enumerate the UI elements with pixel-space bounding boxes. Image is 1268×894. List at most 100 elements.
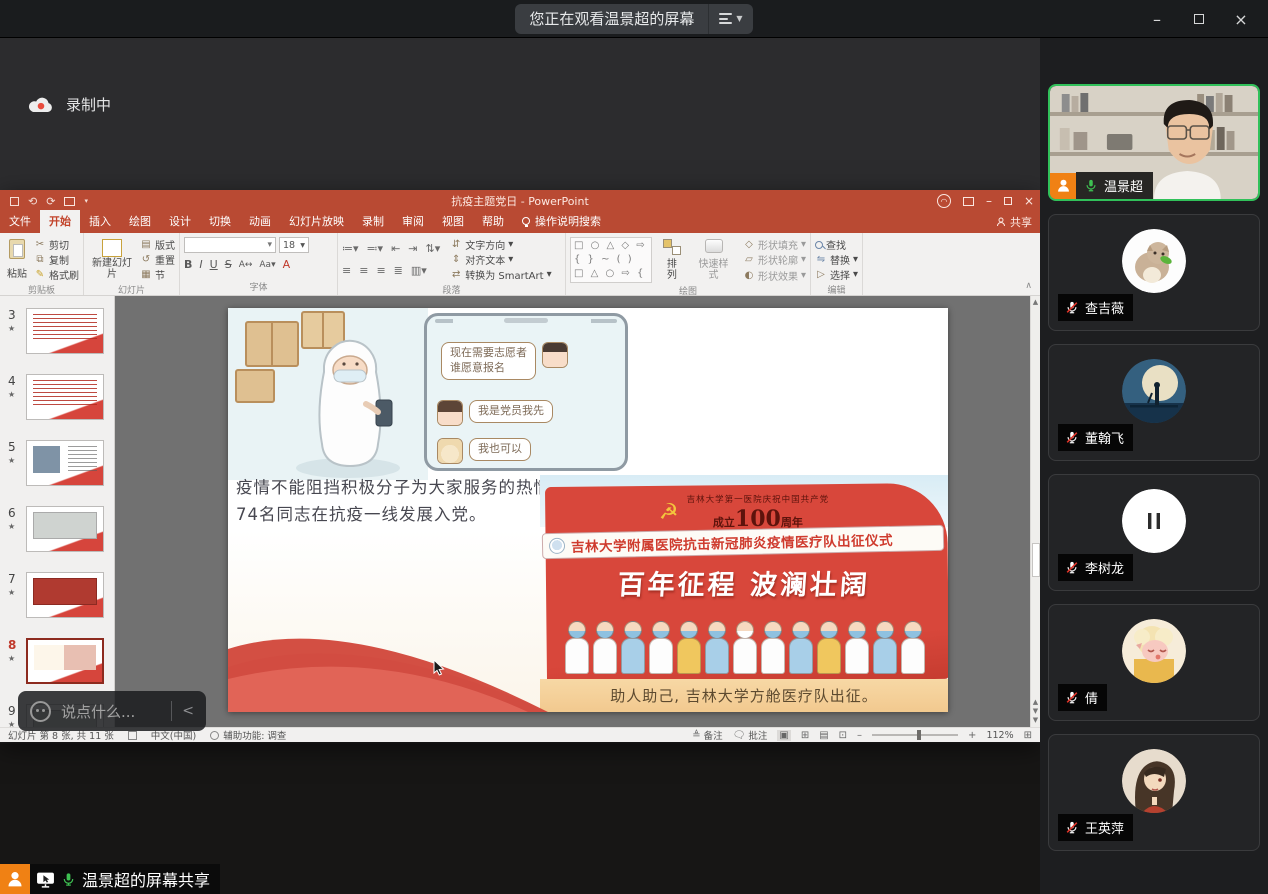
zoom-level[interactable]: 112% [986,730,1013,741]
thumbnail-slide-8-current[interactable]: 8 ★ [0,638,114,690]
indent-increase-icon[interactable]: ⇥ [408,242,417,255]
font-name-select[interactable]: ▾ [184,237,276,253]
thumbnail-slide-4[interactable]: 4 ★ [0,374,114,426]
chat-input-overlay[interactable]: 说点什么... < [18,691,206,731]
current-slide[interactable]: 现在需要志愿者 谁愿意报名 我是党员我先 我 [228,308,948,712]
slideshow-view-icon[interactable]: ⊡ [839,730,847,741]
participant-tile-4[interactable]: 倩 [1048,604,1260,721]
font-size-select[interactable]: 18▾ [279,237,309,253]
participant-tile-5[interactable]: 王英萍 [1048,734,1260,851]
ppt-close-button[interactable]: × [1024,194,1034,208]
justify-icon[interactable]: ≣ [394,264,403,277]
chat-input[interactable]: 说点什么... [61,701,161,722]
find-button[interactable]: 查找 [815,237,858,252]
zoom-in-icon[interactable]: + [968,730,976,741]
new-slide-button[interactable]: 新建幻灯片 [88,237,136,282]
canvas-scrollbar[interactable]: ▲ ▲▼▼ [1030,296,1040,727]
strikethrough-button[interactable]: S [225,258,232,271]
text-direction-button[interactable]: ⇵文字方向▾ [450,237,551,252]
tab-file[interactable]: 文件 [0,210,40,233]
comments-button[interactable]: 🗨批注 [733,728,768,742]
close-button[interactable]: × [1224,4,1258,34]
tab-transitions[interactable]: 切换 [200,210,240,233]
align-left-icon[interactable]: ≡ [342,264,351,277]
ribbon-display-options-icon[interactable] [963,197,974,206]
columns-icon[interactable]: ▥▾ [411,264,427,277]
emoji-icon[interactable] [30,701,51,722]
numbering-icon[interactable]: ≕▾ [367,242,384,255]
tab-insert[interactable]: 插入 [80,210,120,233]
zoom-slider-thumb[interactable] [917,730,921,740]
arrange-button[interactable]: 排列 [660,237,684,283]
italic-button[interactable]: I [199,258,202,271]
shape-fill-button[interactable]: ◇形状填充▾ [743,237,806,252]
minimize-button[interactable]: – [1140,4,1174,34]
tab-home[interactable]: 开始 [40,210,80,233]
participant-tile-1[interactable]: 查吉薇 [1048,214,1260,331]
normal-view-icon[interactable]: ▣ [777,730,790,741]
save-icon[interactable] [10,197,19,206]
tab-slideshow[interactable]: 幻灯片放映 [280,210,353,233]
shapes-gallery[interactable]: □ ○ △ ◇ ⇨ { } ~ ( ) □ △ ○ ⇨ { [570,237,652,283]
quick-styles-button[interactable]: 快速样式 [692,237,735,283]
reading-view-icon[interactable]: ▤ [819,730,828,741]
fit-slide-icon[interactable]: ⊞ [1024,730,1032,741]
tab-record[interactable]: 录制 [353,210,393,233]
scrollbar-thumb[interactable] [1032,543,1040,577]
thumbnail-slide-5[interactable]: 5 ★ [0,440,114,492]
banner-menu-button[interactable]: ▼ [708,4,752,34]
ppt-share-button[interactable]: 共享 [996,214,1032,230]
qat-customize-icon[interactable]: ▾ [84,197,88,205]
slideshow-icon[interactable] [64,197,75,206]
tab-animations[interactable]: 动画 [240,210,280,233]
tab-help[interactable]: 帮助 [473,210,513,233]
select-button[interactable]: ▷选择▾ [815,267,858,282]
underline-button[interactable]: U [210,258,218,271]
tab-design[interactable]: 设计 [160,210,200,233]
section-button[interactable]: ▦节 [140,267,175,282]
slide-nav-buttons[interactable]: ▲▼▼ [1031,698,1040,725]
participant-tile-2[interactable]: 董翰飞 [1048,344,1260,461]
thumbnail-slide-6[interactable]: 6 ★ [0,506,114,558]
align-right-icon[interactable]: ≡ [376,264,385,277]
participant-tile-0[interactable]: 温景超 [1048,84,1260,201]
ppt-minimize-button[interactable]: – [986,194,992,208]
shape-effects-button[interactable]: ◐形状效果▾ [743,268,806,283]
slide-thumbnail-panel[interactable]: 3 ★ 4 ★ 5 ★ 6 [0,296,115,727]
tab-draw[interactable]: 绘图 [120,210,160,233]
notes-button[interactable]: ≜备注 [692,728,722,742]
maximize-button[interactable] [1182,4,1216,34]
bold-button[interactable]: B [184,258,192,271]
tab-view[interactable]: 视图 [433,210,473,233]
replace-button[interactable]: ⇋替换▾ [815,252,858,267]
thumbnail-slide-3[interactable]: 3 ★ [0,308,114,360]
bullets-icon[interactable]: ≔▾ [342,242,359,255]
layout-button[interactable]: ▤版式 [140,237,175,252]
ppt-restore-button[interactable] [1004,197,1012,205]
font-color-button[interactable]: A [283,258,291,271]
collapse-ribbon-icon[interactable]: ∧ [1025,281,1032,291]
participant-tile-3[interactable]: 李树龙 [1048,474,1260,591]
slide-sorter-icon[interactable]: ⊞ [801,730,809,741]
align-center-icon[interactable]: ≡ [359,264,368,277]
spellcheck-icon[interactable] [128,731,137,740]
accessibility-status[interactable]: 辅助功能: 调查 [210,728,286,742]
chat-collapse-icon[interactable]: < [182,703,194,719]
change-case-button[interactable]: Aa▾ [259,260,275,270]
scroll-up-icon[interactable]: ▲ [1031,298,1040,306]
zoom-out-icon[interactable]: – [857,730,862,741]
undo-icon[interactable]: ⟲ [28,195,37,208]
tell-me-search[interactable]: 操作说明搜索 [513,210,610,233]
thumbnail-slide-7[interactable]: 7 ★ [0,572,114,624]
indent-decrease-icon[interactable]: ⇤ [391,242,400,255]
char-spacing-button[interactable]: A↔ [239,260,253,270]
copy-button[interactable]: ⧉复制 [34,252,79,267]
zoom-slider[interactable] [872,734,958,736]
format-painter-button[interactable]: ✎格式刷 [34,267,79,282]
redo-icon[interactable]: ⟳ [46,195,55,208]
shape-outline-button[interactable]: ▱形状轮廓▾ [743,252,806,267]
tab-review[interactable]: 审阅 [393,210,433,233]
align-text-button[interactable]: ⇕对齐文本▾ [450,252,551,267]
account-icon[interactable]: ◠ [937,194,951,208]
slide-canvas[interactable]: 现在需要志愿者 谁愿意报名 我是党员我先 我 [115,296,1030,727]
